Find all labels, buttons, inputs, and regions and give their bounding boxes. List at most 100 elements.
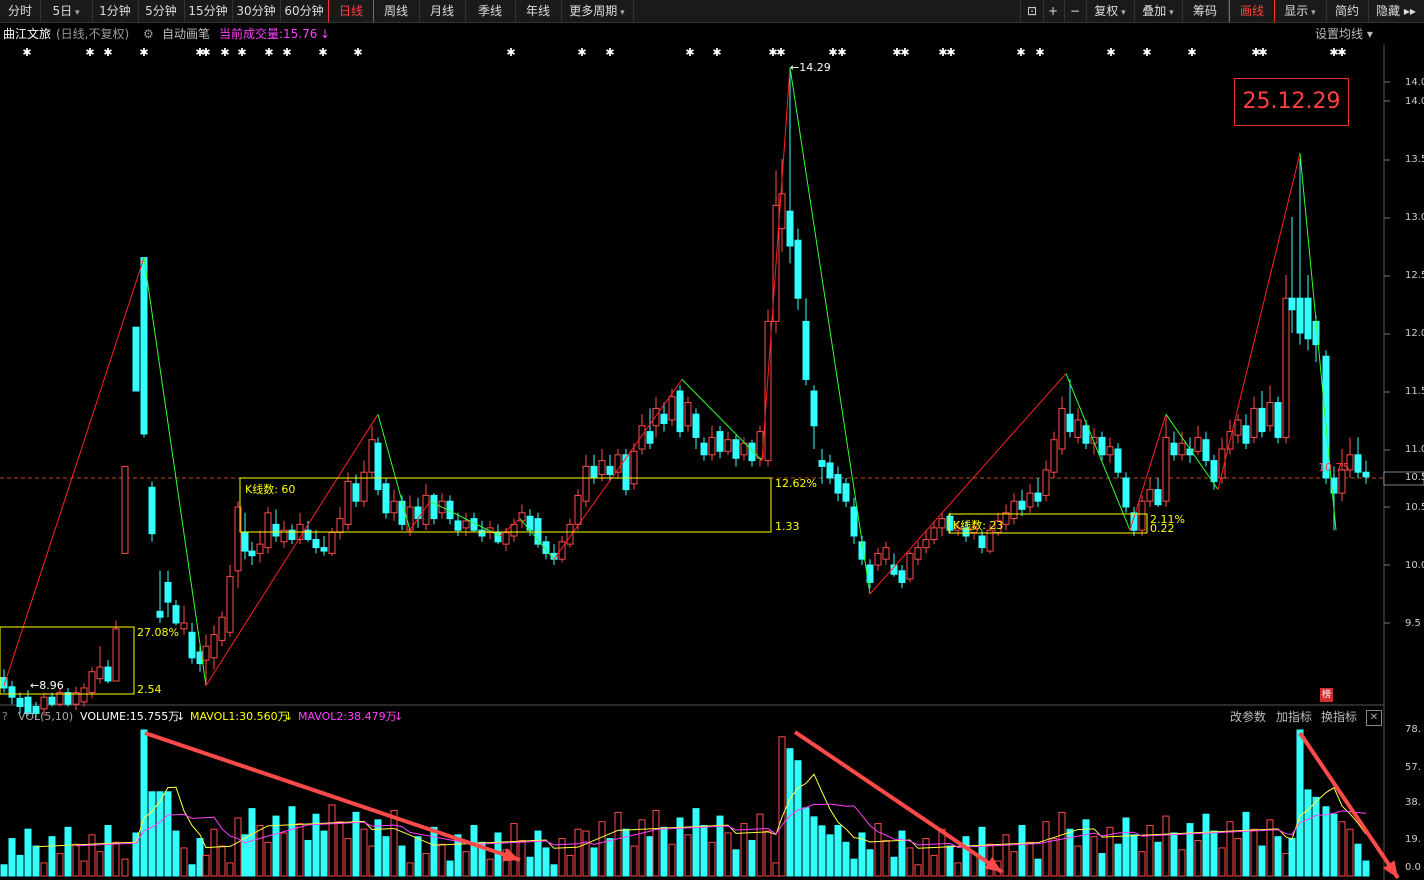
candle-body [724,439,732,452]
signal-marker: ✱ [1106,46,1115,59]
candlestick [288,524,296,545]
candlestick [1154,478,1162,507]
volume-bar [946,845,954,877]
volume-bar [1170,832,1178,877]
candle-body [850,506,858,537]
candle-body [1170,442,1178,456]
switch-indicator-button[interactable]: 换指标 [1321,707,1357,727]
candle-body [312,538,320,549]
volume-bar [24,828,32,877]
candle-body [1202,439,1210,462]
candlestick [826,454,834,484]
kline-chart[interactable]: ✱ ✱ ✱ ✱ ✱✱ ✱ ✱ ✱ ✱ ✱ ✱ ✱ ✱ ✱ ✱ ✱ ✱✱ ✱ ✱ ✱✱ ✱✱ ✱ ✱ ✱ ✱ ✱ ✱✱ ✱✱ [0,0,1424,880]
y-tick: 11.5 [1405,386,1424,397]
volume-bar [1090,836,1098,877]
volume-bar [1338,821,1346,877]
volume-bar [406,862,414,877]
candlestick [1050,431,1058,478]
volume-bar [1002,834,1010,877]
candle-body [622,454,630,491]
volume-bar [210,828,218,877]
signal-marker: ✱ [1142,46,1151,59]
candle-body [414,506,422,520]
y-tick: 14.0 [1405,96,1424,107]
signal-marker: ✱ [22,46,31,59]
signal-marker: ✱ [139,46,148,59]
candlestick [638,414,646,455]
candlestick [1122,472,1130,513]
candle-body [906,552,914,580]
candle-body [1130,512,1138,531]
volume-bar [582,830,590,877]
candle-body [352,483,360,502]
volume-bar [256,824,264,877]
candlestick [1034,478,1042,507]
volume-bar [104,824,112,877]
candlestick [518,504,526,528]
arrow-down-icon: ↓ [176,710,186,723]
candlestick [558,536,566,563]
candlestick [708,425,716,461]
add-indicator-button[interactable]: 加指标 [1276,707,1312,727]
candlestick [882,541,890,565]
candlestick [764,309,772,467]
volume-bar [1322,806,1330,877]
volume-bar [304,839,312,877]
candle-body [810,390,818,427]
candle-body [1146,489,1154,502]
arrow-down-icon: ↓ [284,710,294,723]
candle-body [1266,402,1274,427]
volume-bar [756,813,764,877]
close-icon[interactable]: ✕ [1366,710,1382,726]
candlestick [810,385,818,449]
volume-bar [1288,838,1296,877]
candlestick [1178,431,1186,461]
zigzag-segment [789,67,871,595]
signal-marker: ✱ [506,46,515,59]
candlestick [64,687,72,707]
candle-body [1154,489,1162,506]
candlestick [256,530,264,563]
candlestick [652,396,660,438]
candle-body [1354,454,1362,473]
volume-bar [652,809,660,877]
volume-bar [16,854,24,877]
rank-badge[interactable]: 榜 [1320,688,1333,702]
volume-bar [614,811,622,877]
candle-body [132,326,140,392]
volume-bar [630,845,638,877]
candle-body [140,257,148,435]
y-tick: 14.0 [1405,77,1424,88]
volume-bar [978,826,986,877]
candle-body [1026,492,1034,508]
volume-bar [1226,821,1234,877]
candlestick [336,507,344,540]
low-price-label: ←8.96 [30,679,64,692]
modify-params-button[interactable]: 改参数 [1230,707,1266,727]
candle-body [700,442,708,456]
volume-bar [112,841,120,877]
volume-bar [638,819,646,877]
help-icon[interactable]: ? [2,707,8,727]
candle-body [1274,402,1282,438]
volume-bar [938,828,946,877]
vol-tick: 57. [1405,762,1421,773]
signal-marker: ✱ [900,46,909,59]
candle-body [874,552,882,566]
candlestick [172,599,180,626]
candlestick [1186,437,1194,463]
volume-bar [1010,851,1018,877]
candlestick [241,512,249,560]
volume-bar [786,748,794,877]
signal-marker: ✱ [837,46,846,59]
volume-bar [390,809,398,877]
volume-bar [1066,828,1074,877]
volume-bar [382,836,390,877]
candlestick [218,611,226,647]
volume-bar [1058,811,1066,877]
candle-body [248,550,256,557]
candle-body [390,500,398,514]
volume-bar [542,847,550,877]
candlestick [180,605,188,635]
signal-marker: ✱ [1187,46,1196,59]
